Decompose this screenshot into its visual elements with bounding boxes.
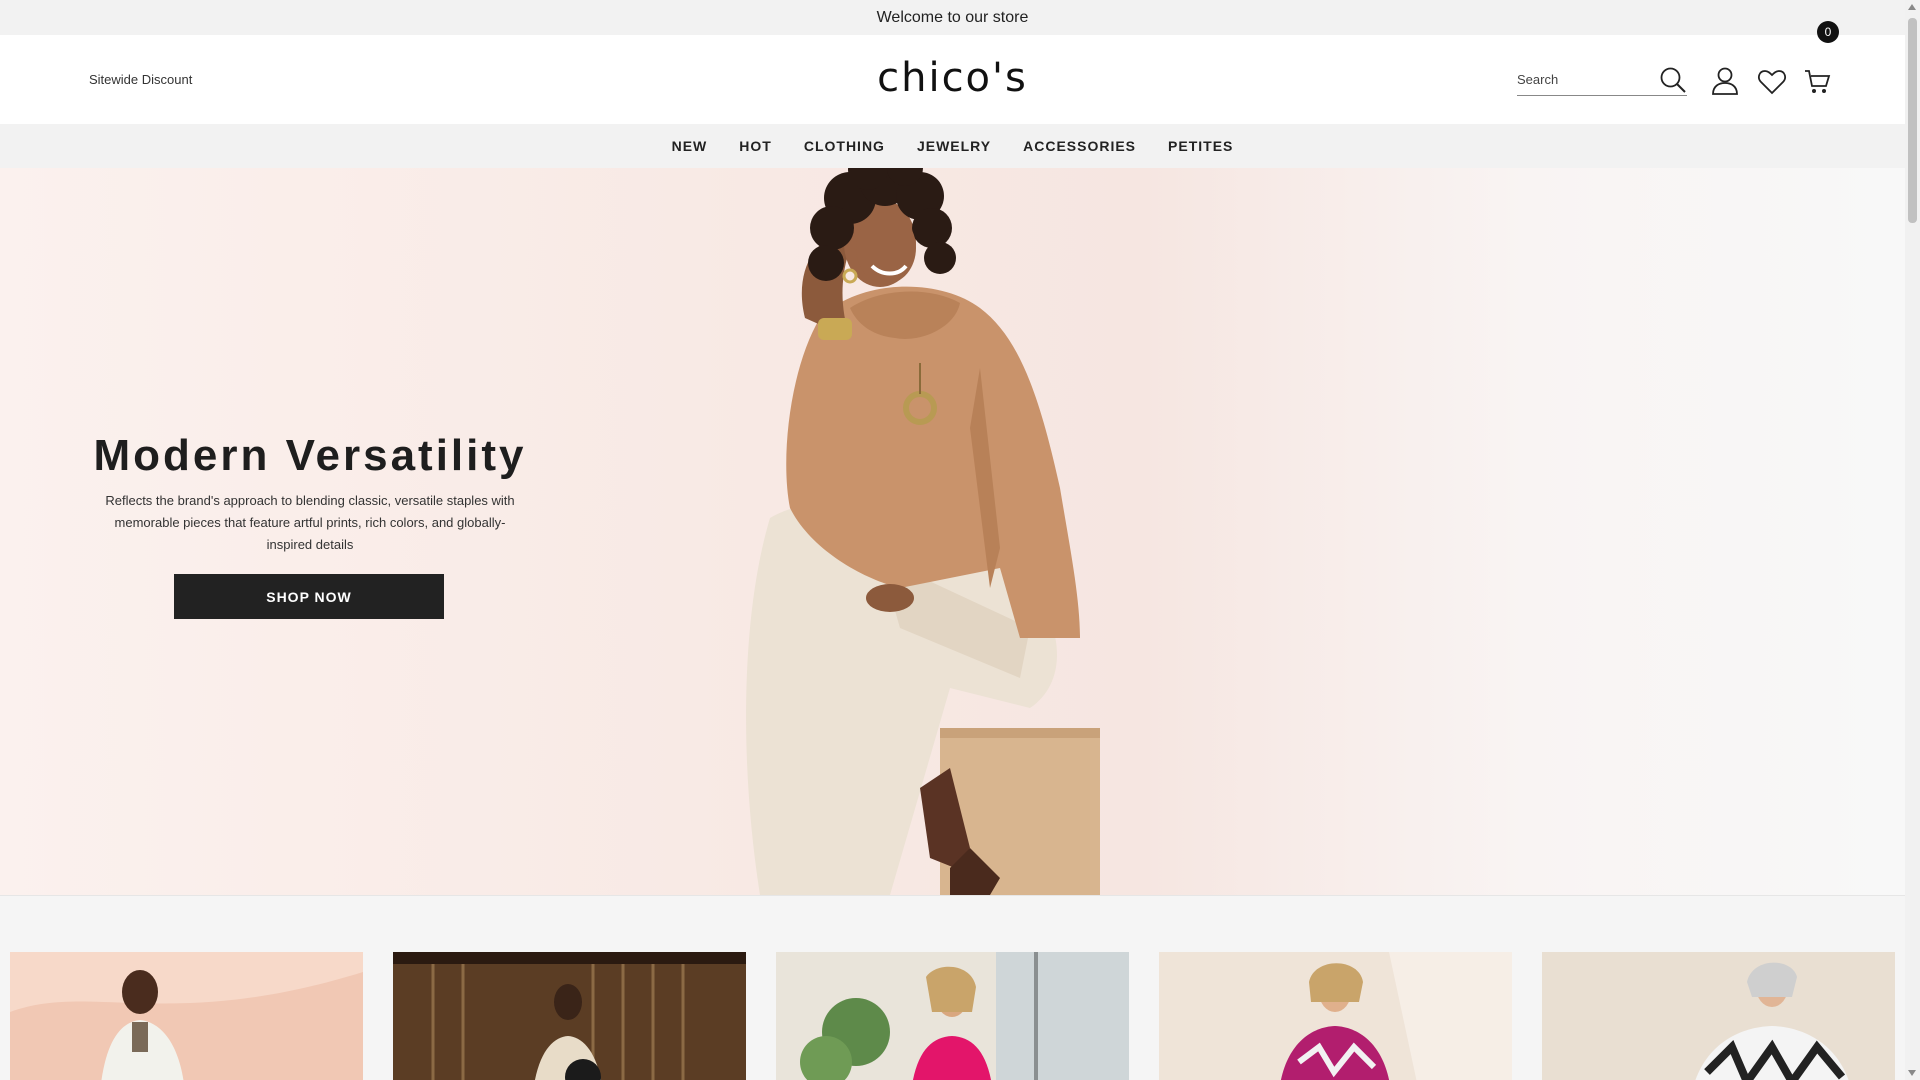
category-tile[interactable] [1159,952,1512,1080]
nav-item-hot[interactable]: HOT [739,138,772,154]
category-image [10,952,363,1080]
category-image [1159,952,1512,1080]
nav-item-petites[interactable]: PETITES [1168,138,1233,154]
nav-item-new[interactable]: NEW [672,138,708,154]
announcement-bar: Welcome to our store [0,0,1905,35]
category-strip [0,895,1905,1080]
hero-banner: Modern Versatility Reflects the brand's … [0,168,1905,895]
nav-item-clothing[interactable]: CLOTHING [804,138,885,154]
scroll-down-icon[interactable] [1908,1070,1916,1076]
hero-subtitle: Reflects the brand's approach to blendin… [105,493,515,552]
nav-item-jewelry[interactable]: JEWELRY [917,138,991,154]
scroll-thumb[interactable] [1908,18,1917,223]
search-input[interactable] [1517,65,1652,93]
scroll-up-icon[interactable] [1908,4,1916,10]
search-icon[interactable] [1659,66,1687,94]
heart-icon[interactable] [1757,67,1787,97]
cart-icon[interactable] [1803,67,1833,97]
shop-now-button[interactable]: SHOP NOW [174,574,444,619]
search-form [1517,65,1687,96]
category-tile[interactable] [393,952,746,1080]
page-scrollbar[interactable] [1905,0,1920,1080]
nav-item-accessories[interactable]: ACCESSORIES [1023,138,1136,154]
account-icon[interactable] [1710,66,1740,96]
hero-title: Modern Versatility [93,431,527,480]
category-tile[interactable] [10,952,363,1080]
main-nav: NEW HOT CLOTHING JEWELRY ACCESSORIES PET… [0,124,1905,168]
page: Welcome to our store Sitewide Discount c… [0,0,1905,1080]
category-image [393,952,746,1080]
category-tile[interactable] [776,952,1129,1080]
header: Sitewide Discount chico's [0,35,1905,124]
category-tile[interactable] [1542,952,1895,1080]
category-image [1542,952,1895,1080]
cart-count-badge: 0 [1817,21,1839,43]
announcement-text: Welcome to our store [876,8,1029,26]
category-image [776,952,1129,1080]
hero-model-image [746,168,1100,895]
